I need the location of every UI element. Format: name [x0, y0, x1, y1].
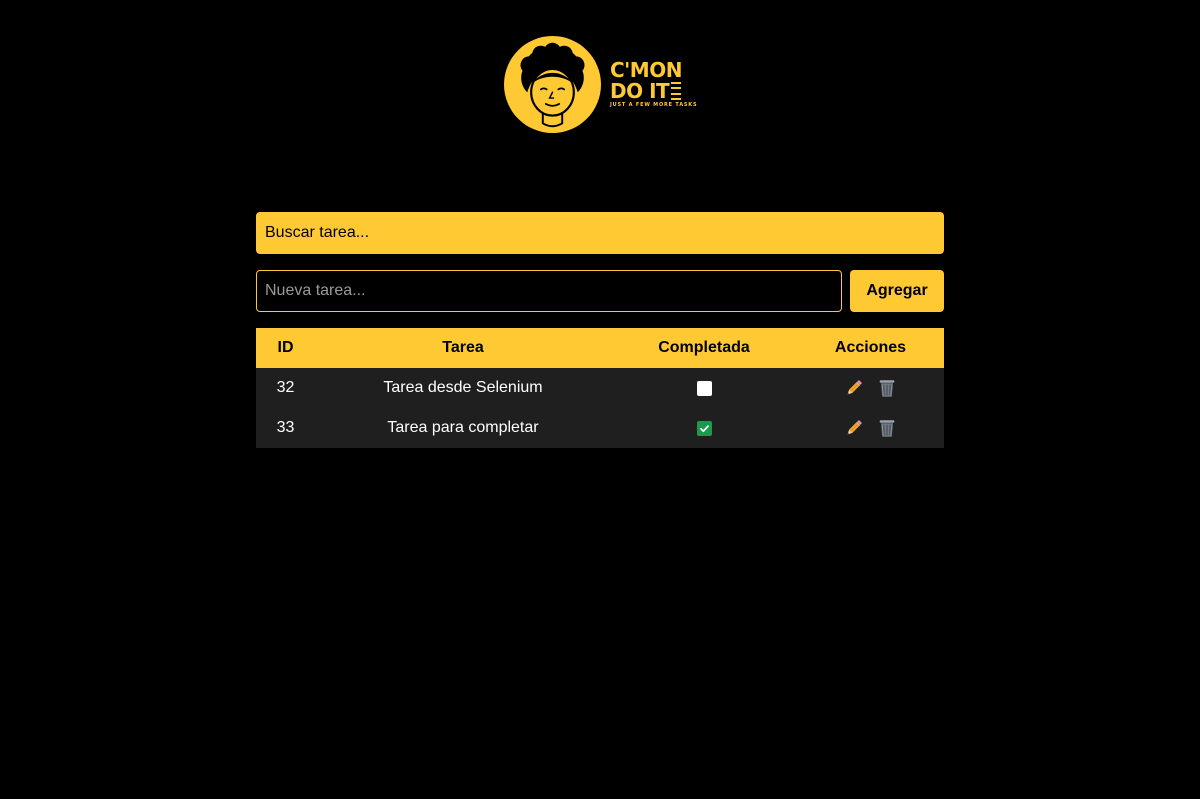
completed-cell — [611, 408, 797, 448]
header-actions: Acciones — [834, 339, 907, 356]
table-row: 32 Tarea desde Selenium — [256, 368, 944, 408]
header-task: Tarea — [442, 339, 484, 356]
brand-line2-row: DO IT — [610, 81, 697, 101]
task-id: 33 — [276, 419, 295, 436]
brand-tagline: JUST A FEW MORE TASKS — [610, 102, 698, 108]
stripes-icon — [671, 82, 682, 100]
search-input[interactable] — [256, 212, 944, 254]
trash-can-icon[interactable] — [876, 377, 898, 399]
tasks-table: ID Tarea Completada Acciones 32 Tarea de… — [256, 328, 944, 448]
trash-can-icon[interactable] — [876, 417, 898, 439]
new-task-input[interactable] — [256, 270, 842, 312]
checkmark-icon — [699, 425, 709, 433]
task-title: Tarea para completar — [387, 419, 539, 436]
brand-wordmark: C'MON DO IT JUST A FEW MORE TASKS — [610, 60, 697, 108]
completed-cell — [611, 368, 797, 408]
add-task-button[interactable]: Agregar — [850, 270, 944, 312]
app-page: C'MON DO IT JUST A FEW MORE TASKS Agrega… — [0, 0, 1200, 799]
brand-logo: C'MON DO IT JUST A FEW MORE TASKS — [504, 35, 700, 133]
actions-cell — [797, 368, 944, 408]
header-id: ID — [277, 339, 294, 356]
task-id: 32 — [276, 379, 295, 396]
brand-line1: C'MON — [610, 58, 682, 82]
brand-line2: DO IT — [610, 79, 670, 103]
pencil-icon[interactable] — [843, 417, 865, 439]
task-title: Tarea desde Selenium — [383, 379, 543, 396]
pencil-icon[interactable] — [843, 377, 865, 399]
header-completed: Completada — [658, 339, 750, 356]
table-header-row: ID Tarea Completada Acciones — [256, 328, 944, 368]
completed-checkbox[interactable] — [696, 421, 712, 437]
table-row: 33 Tarea para completar — [256, 408, 944, 448]
face-logo-icon — [504, 35, 601, 133]
completed-checkbox[interactable] — [696, 381, 712, 397]
actions-cell — [797, 408, 944, 448]
